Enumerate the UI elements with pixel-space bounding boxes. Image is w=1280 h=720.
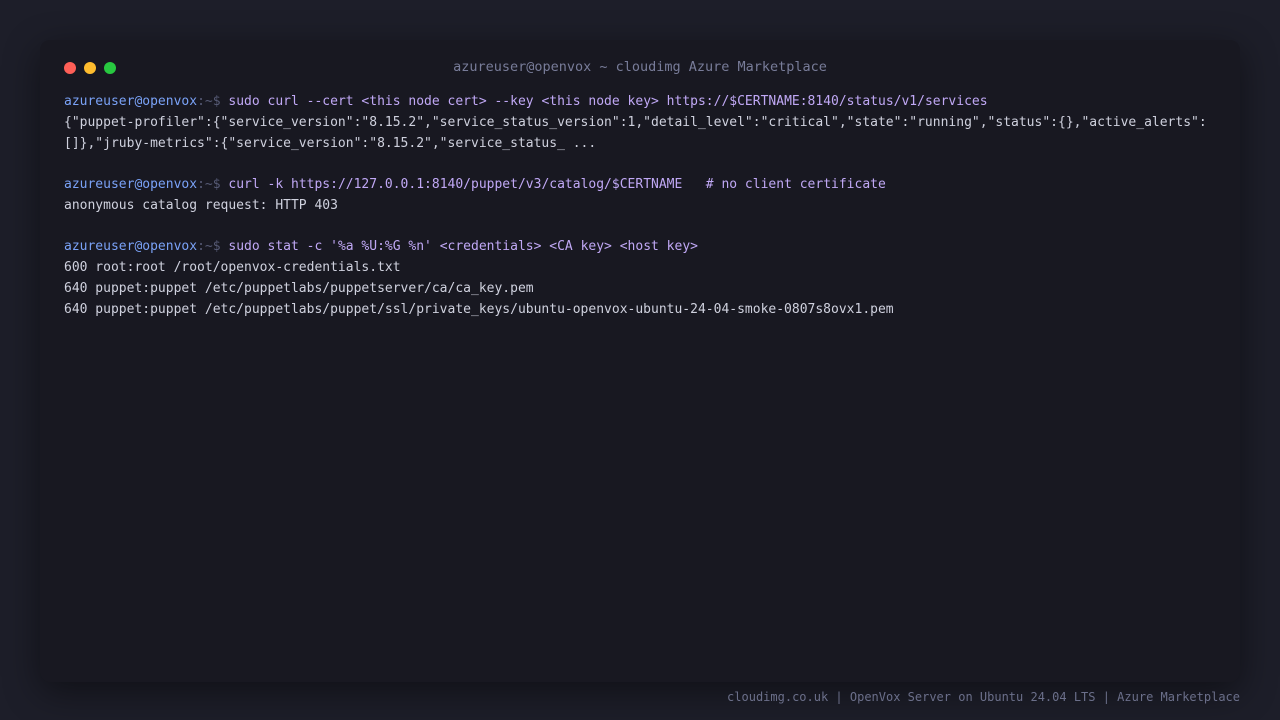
command-line: azureuser@openvox:~$ curl -k https://127… [64,174,1224,195]
output-line: 640 puppet:puppet /etc/puppetlabs/puppet… [64,281,534,296]
prompt-user: azureuser@openvox [64,94,198,109]
window-title: azureuser@openvox ~ cloudimg Azure Marke… [453,59,827,75]
command-line: azureuser@openvox:~$ sudo curl --cert <t… [64,91,1224,112]
command-text: curl -k https://127.0.0.1:8140/puppet/v3… [228,177,886,192]
footer-caption: cloudimg.co.uk | OpenVox Server on Ubunt… [727,690,1240,704]
prompt-user: azureuser@openvox [64,239,198,254]
command-line: azureuser@openvox:~$ sudo stat -c '%a %U… [64,236,1224,257]
prompt-path: :~$ [197,239,221,254]
prompt-path: :~$ [197,177,221,192]
output-line: []},"jruby-metrics":{"service_version":"… [64,136,597,151]
command-text: sudo stat -c '%a %U:%G %n' <credentials>… [228,239,698,254]
command-text: sudo curl --cert <this node cert> --key … [228,94,988,109]
output-line: 600 root:root /root/openvox-credentials.… [64,260,401,275]
terminal-output[interactable]: azureuser@openvox:~$ sudo curl --cert <t… [64,91,1224,320]
output-line: 640 puppet:puppet /etc/puppetlabs/puppet… [64,302,894,317]
output-line: anonymous catalog request: HTTP 403 [64,198,338,213]
terminal-window: azureuser@openvox ~ cloudimg Azure Marke… [40,40,1240,682]
prompt-path: :~$ [197,94,221,109]
title-bar: azureuser@openvox ~ cloudimg Azure Marke… [40,40,1240,96]
prompt-user: azureuser@openvox [64,177,198,192]
output-line: {"puppet-profiler":{"service_version":"8… [64,115,1207,130]
